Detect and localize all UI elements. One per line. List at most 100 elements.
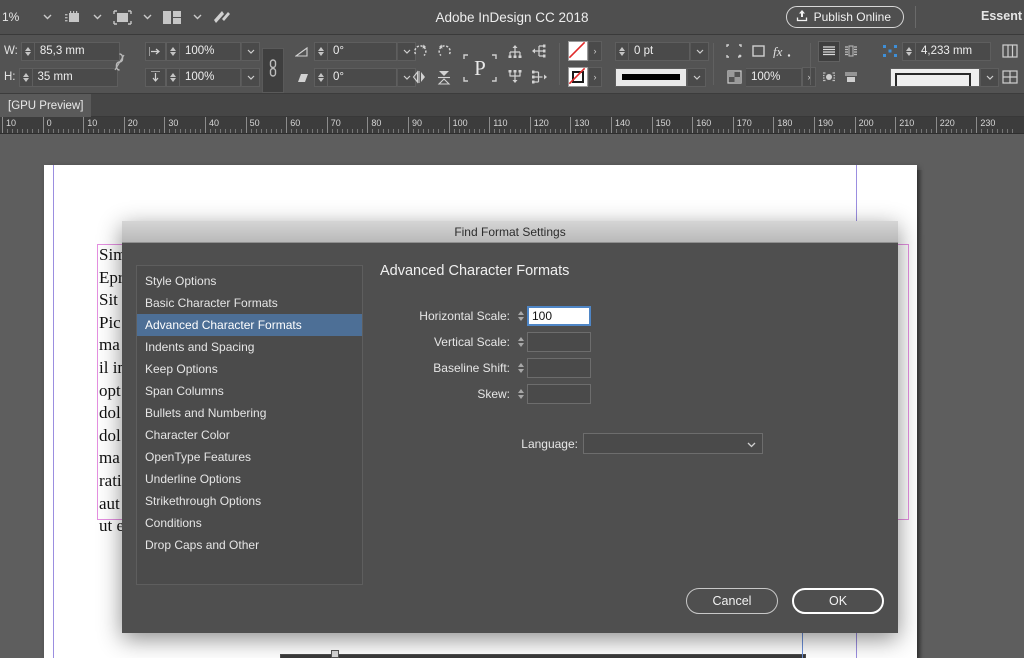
scale-x-input[interactable]: 100% [179, 41, 241, 61]
fill-options-button[interactable]: › [588, 41, 602, 61]
bridge-icon[interactable] [58, 5, 86, 29]
wrap-offset-input[interactable]: 4,233 mm [915, 41, 991, 61]
behance-icon[interactable] [208, 5, 236, 29]
stroke-options-button[interactable]: › [588, 67, 602, 87]
opacity-input[interactable]: 100% [746, 67, 802, 87]
category-item[interactable]: OpenType Features [137, 446, 362, 468]
ok-button[interactable]: OK [792, 588, 884, 614]
height-input[interactable]: 35 mm [31, 67, 118, 87]
field-stepper[interactable] [515, 384, 527, 404]
constrain-proportions-toggle[interactable] [113, 52, 126, 74]
category-item[interactable]: Advanced Character Formats [137, 314, 362, 336]
workspace-switcher[interactable]: Essent [981, 9, 1024, 23]
wrap-offset-stepper[interactable] [902, 41, 915, 61]
stroke-style-preview[interactable] [615, 67, 687, 87]
category-item[interactable]: Conditions [137, 512, 362, 534]
opacity-options-button[interactable]: › [802, 67, 816, 87]
ruler-minor-tick [235, 129, 237, 133]
ruler-minor-tick [240, 129, 242, 133]
chevron-down-icon[interactable] [86, 6, 108, 28]
arrange-documents-icon[interactable] [158, 5, 186, 29]
constrain-scale-toggle[interactable] [262, 48, 284, 93]
ruler-minor-tick [915, 129, 917, 133]
shear-input[interactable]: 0° [327, 67, 397, 87]
category-item[interactable]: Underline Options [137, 468, 362, 490]
publish-online-button[interactable]: Publish Online [785, 6, 904, 28]
image-frame[interactable] [280, 654, 806, 658]
wrap-bounding-box-icon[interactable] [840, 41, 862, 62]
width-input[interactable]: 85,3 mm [33, 41, 120, 61]
wrap-jump-object-icon[interactable] [840, 67, 862, 88]
none-fill-swatch[interactable] [568, 41, 588, 61]
ruler-minor-tick [494, 129, 496, 133]
category-item[interactable]: Span Columns [137, 380, 362, 402]
wrap-object-shape-icon[interactable] [818, 67, 840, 88]
width-stepper[interactable] [20, 41, 34, 61]
field-input[interactable] [527, 384, 591, 404]
field-input[interactable] [527, 332, 591, 352]
select-container-icon[interactable] [746, 41, 770, 61]
field-stepper[interactable] [515, 332, 527, 352]
cancel-button[interactable]: Cancel [686, 588, 778, 614]
chevron-down-icon[interactable] [136, 6, 158, 28]
none-stroke-swatch[interactable] [568, 67, 588, 87]
field-stepper[interactable] [515, 358, 527, 378]
category-item[interactable]: Character Color [137, 424, 362, 446]
align-top-icon[interactable] [503, 41, 527, 61]
stroke-weight-stepper[interactable] [615, 41, 628, 61]
rotate-counterclockwise-icon[interactable] [432, 41, 456, 61]
horizontal-ruler[interactable]: 10 0 10 20 30 40 50 60 70 80 90 100 110 120 130 140 150 1… [0, 117, 1024, 134]
category-item[interactable]: Strikethrough Options [137, 490, 362, 512]
flip-vertical-icon[interactable] [432, 67, 456, 87]
category-item[interactable]: Bullets and Numbering [137, 402, 362, 424]
language-select[interactable] [583, 433, 763, 454]
distribute-horizontal-icon[interactable] [527, 67, 551, 87]
align-left-icon[interactable] [527, 41, 551, 61]
zoom-level-field[interactable]: 1% [0, 10, 36, 24]
chevron-down-icon[interactable] [186, 6, 208, 28]
document-tab[interactable]: [GPU Preview] [0, 94, 92, 117]
grid-layout-button[interactable] [998, 67, 1022, 87]
frame-fitting-p-icon[interactable]: P [460, 48, 500, 88]
category-item[interactable]: Drop Caps and Other [137, 534, 362, 556]
height-stepper[interactable] [18, 67, 32, 87]
corner-shape-dropdown[interactable] [980, 67, 999, 87]
wrap-none-icon[interactable] [818, 40, 840, 62]
category-item[interactable]: Style Options [137, 270, 362, 292]
rotation-input[interactable]: 0° [327, 41, 397, 61]
rotation-stepper[interactable] [314, 41, 327, 61]
shear-stepper[interactable] [314, 67, 327, 87]
field-input[interactable] [527, 358, 591, 378]
stroke-weight-input[interactable]: 0 pt [628, 41, 690, 61]
rotation-angle-icon [290, 41, 314, 61]
frame-handle[interactable] [331, 650, 339, 658]
ruler-minor-tick [940, 129, 942, 133]
scale-x-stepper[interactable] [166, 41, 179, 61]
scale-x-dropdown[interactable] [241, 41, 260, 61]
ruler-minor-tick [712, 129, 714, 133]
chevron-down-icon[interactable] [36, 6, 58, 28]
ruler-minor-tick [1006, 129, 1008, 133]
field-stepper[interactable] [515, 306, 527, 326]
field-input[interactable]: 100 [527, 306, 591, 326]
rotate-clockwise-icon[interactable] [408, 41, 432, 61]
select-content-icon[interactable] [722, 41, 746, 61]
category-list[interactable]: Style Options Basic Character Formats Adva… [136, 265, 363, 585]
field-label: Vertical Scale: [433, 335, 510, 349]
scale-y-dropdown[interactable] [241, 67, 260, 87]
ruler-minor-tick [179, 129, 181, 133]
scale-y-input[interactable]: 100% [179, 67, 241, 87]
stroke-style-dropdown[interactable] [687, 67, 706, 87]
category-item[interactable]: Indents and Spacing [137, 336, 362, 358]
flip-horizontal-icon[interactable] [408, 67, 432, 87]
category-item[interactable]: Basic Character Formats [137, 292, 362, 314]
distribute-vertical-icon[interactable] [503, 67, 527, 87]
columns-button[interactable] [998, 41, 1022, 61]
screen-mode-icon[interactable] [108, 5, 136, 29]
stroke-weight-dropdown[interactable] [690, 41, 709, 61]
fx-icon[interactable]: fx [770, 41, 794, 61]
ruler-minor-tick [890, 129, 892, 133]
corner-shape-field[interactable] [890, 67, 980, 87]
scale-y-stepper[interactable] [166, 67, 179, 87]
category-item[interactable]: Keep Options [137, 358, 362, 380]
